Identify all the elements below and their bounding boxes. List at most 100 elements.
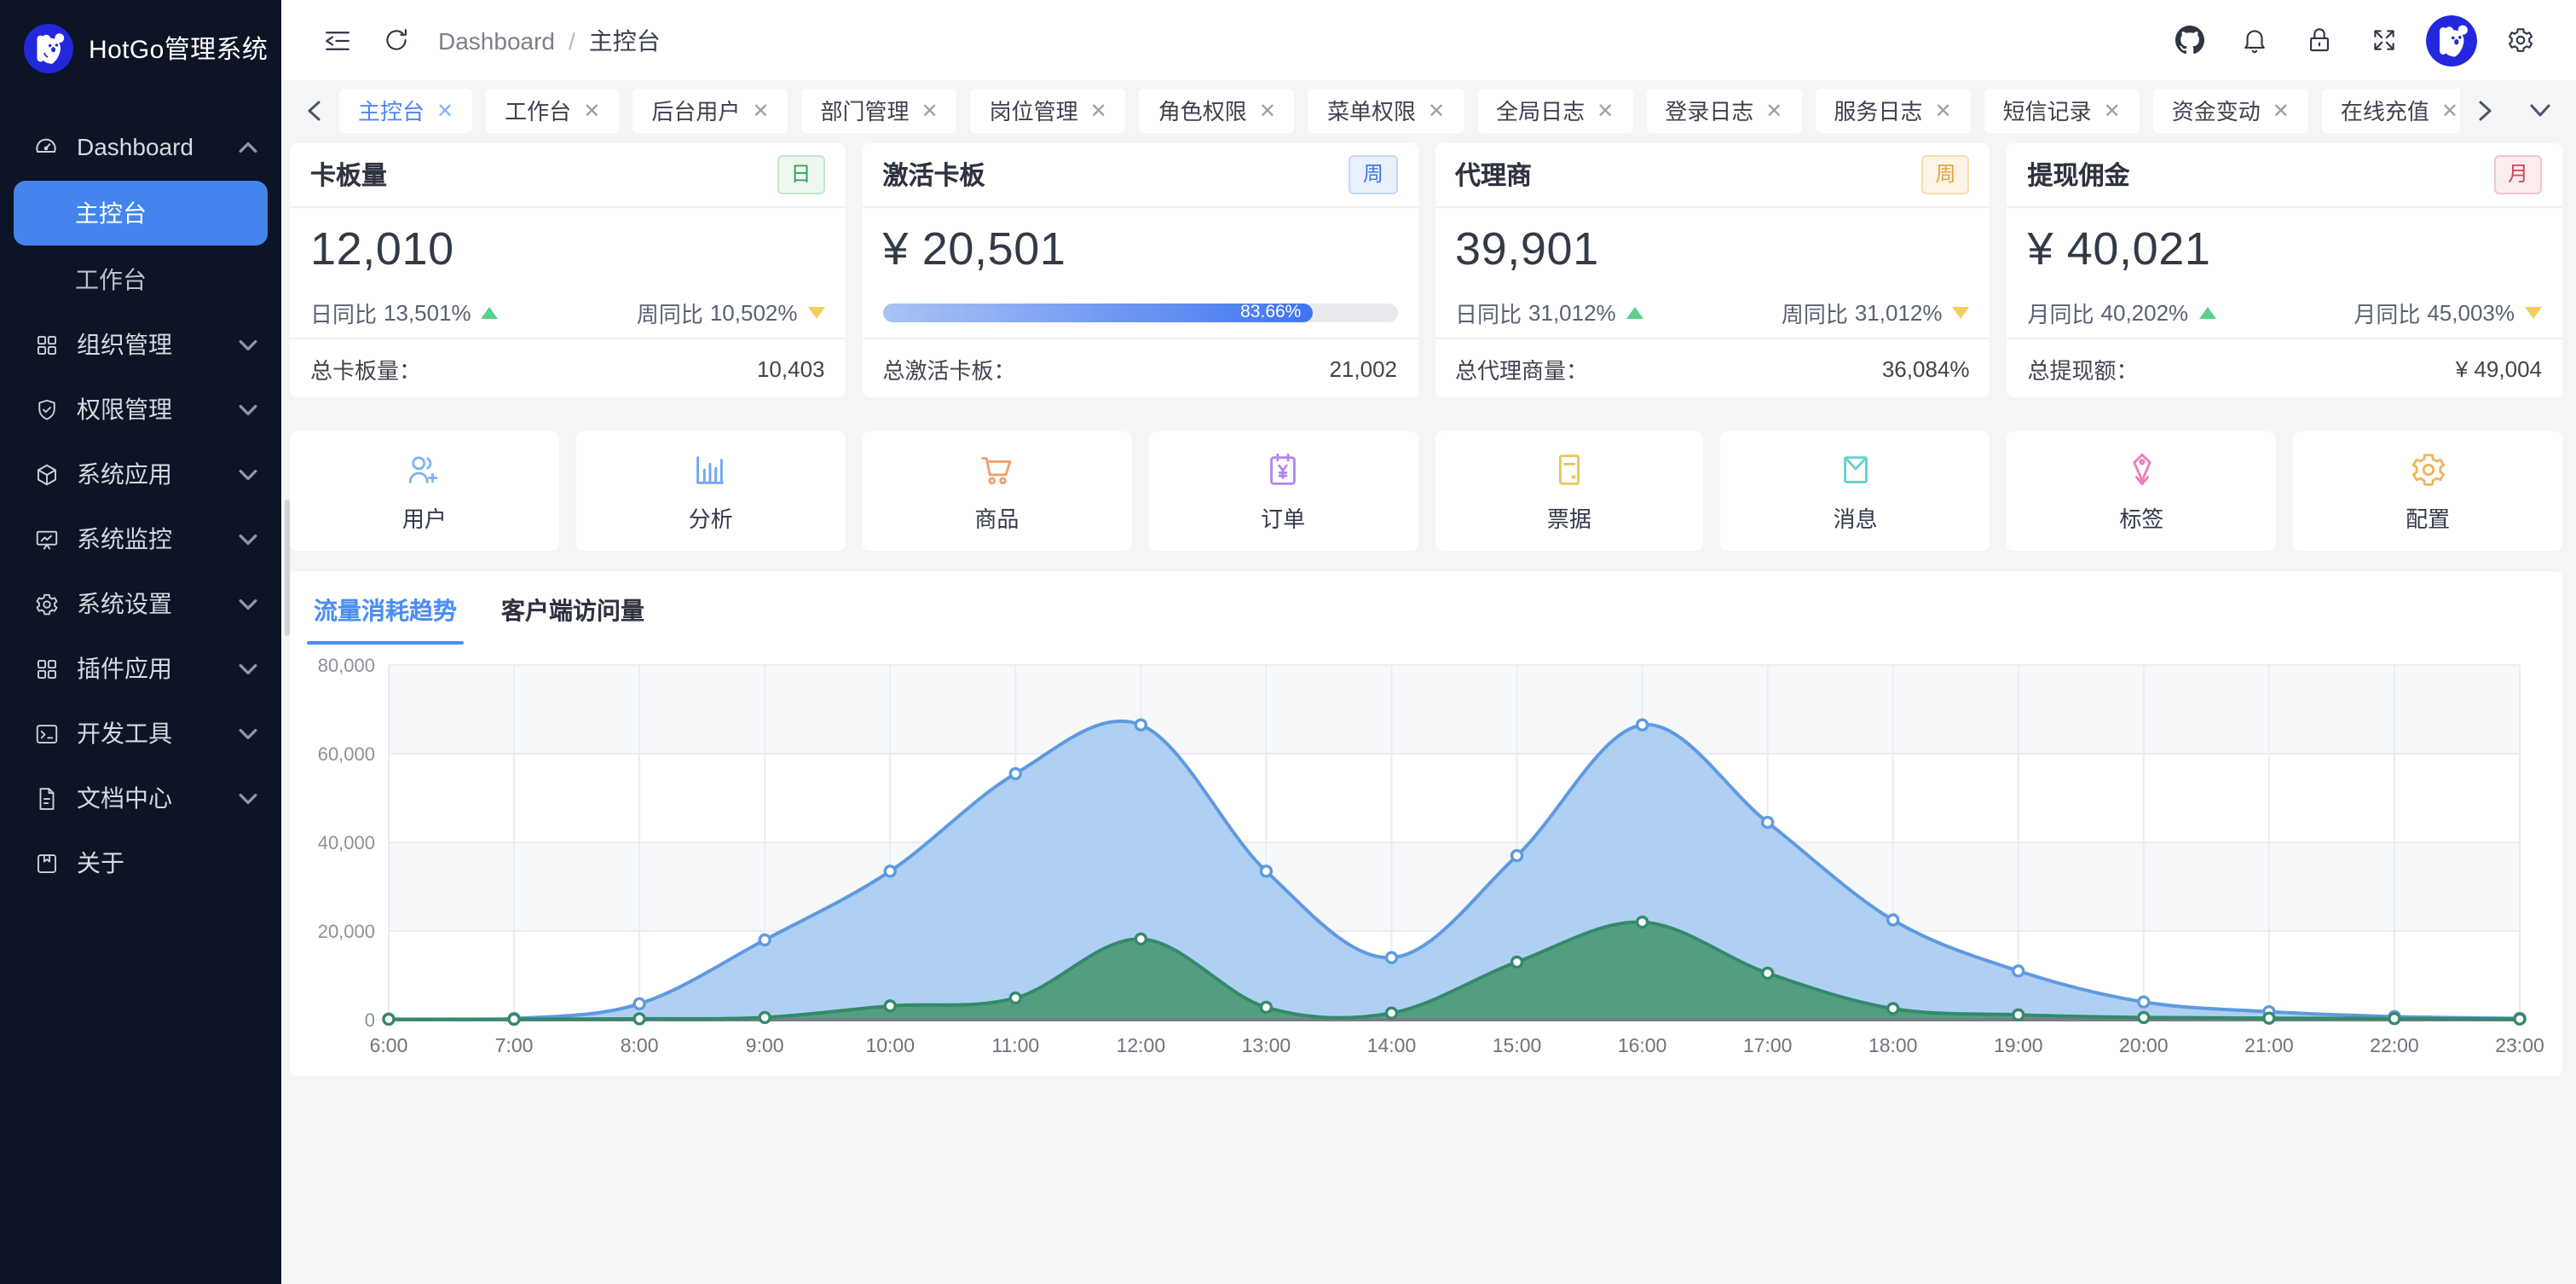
tab-menu-perms[interactable]: 菜单权限✕ [1308,88,1464,132]
tab-traffic-trend[interactable]: 流量消耗趋势 [314,593,457,645]
svg-text:0: 0 [365,1009,375,1031]
user-avatar[interactable] [2426,14,2477,66]
tabs-scroll-left-icon[interactable] [295,100,332,120]
shortcut-messages[interactable]: 消息 [1721,431,1990,551]
close-icon[interactable]: ✕ [752,100,769,120]
document-icon [32,784,60,812]
svg-text:18:00: 18:00 [1868,1034,1918,1056]
close-icon[interactable]: ✕ [1259,100,1276,120]
chevron-down-icon [239,792,257,804]
close-icon[interactable]: ✕ [1597,100,1614,120]
order-calendar-icon [1262,448,1303,489]
sidebar-item-org[interactable]: 组织管理 [0,312,281,377]
svg-text:19:00: 19:00 [1994,1034,2043,1056]
shortcut-goods[interactable]: 商品 [863,431,1132,551]
tabs-scroll-right-icon[interactable] [2467,100,2504,120]
stat-card-pallets: 卡板量 日 12,010 日同比13,501% 周同比10,502% 总卡板量：… [290,143,846,397]
tab-client-visits[interactable]: 客户端访问量 [501,593,644,645]
sidebar-item-docs[interactable]: 文档中心 [0,766,281,830]
sidebar-item-workbench[interactable]: 工作台 [0,247,281,312]
shortcut-receipts[interactable]: 票据 [1435,431,1704,551]
period-badge-week[interactable]: 周 [1349,155,1397,194]
tab-service-log[interactable]: 服务日志✕ [1815,88,1970,132]
progress-fill: 83.66% [883,304,1314,322]
sidebar-item-permission[interactable]: 权限管理 [0,377,281,442]
notification-bell-icon[interactable] [2225,11,2283,69]
svg-text:9:00: 9:00 [746,1034,784,1056]
content-scrollbar[interactable] [285,500,290,636]
card-title: 提现佣金 [2028,157,2130,193]
tab-posts[interactable]: 岗位管理✕ [971,88,1126,132]
tab-online-recharge[interactable]: 在线充值✕ [2322,88,2460,132]
close-icon[interactable]: ✕ [1090,100,1107,120]
sidebar-item-sys-monitor[interactable]: 系统监控 [0,506,281,571]
tabs-dropdown-icon[interactable] [2521,103,2559,117]
close-icon[interactable]: ✕ [2104,100,2121,120]
breadcrumb-root[interactable]: Dashboard [438,26,555,54]
sidebar-item-sys-app[interactable]: 系统应用 [0,442,281,506]
lock-icon[interactable] [2290,11,2348,69]
close-icon[interactable]: ✕ [583,100,600,120]
close-icon[interactable]: ✕ [1934,100,1951,120]
stat-card-commission: 提现佣金 月 ¥ 40,021 月同比40,202% 月同比45,003% 总提… [2007,143,2563,397]
grid-icon [32,655,60,682]
tab-departments[interactable]: 部门管理✕ [801,88,956,132]
chevron-up-icon [239,141,257,153]
sidebar-menu: Dashboard 主控台 工作台 组织管理 权限管理 系统应用 [0,114,281,895]
terminal-icon [32,720,60,747]
svg-text:80,000: 80,000 [318,655,375,676]
shortcut-analysis[interactable]: 分析 [576,431,846,551]
close-icon[interactable]: ✕ [2441,100,2458,120]
shortcut-orders[interactable]: 订单 [1148,431,1418,551]
footer-value: 10,403 [757,356,825,381]
sidebar-item-devtools[interactable]: 开发工具 [0,701,281,766]
refresh-icon[interactable] [367,11,425,69]
sidebar-item-sys-settings[interactable]: 系统设置 [0,571,281,636]
tab-console[interactable]: 主控台✕ [339,88,472,132]
progress-percent: 83.66% [1240,304,1313,322]
sidebar-item-dashboard[interactable]: Dashboard [0,114,281,179]
sidebar-item-plugins[interactable]: 插件应用 [0,636,281,701]
tabbar: 主控台✕ 工作台✕ 后台用户✕ 部门管理✕ 岗位管理✕ 角色权限✕ 菜单权限✕ … [281,80,2576,140]
page-content: 卡板量 日 12,010 日同比13,501% 周同比10,502% 总卡板量：… [281,140,2576,1284]
stats-row: 卡板量 日 12,010 日同比13,501% 周同比10,502% 总卡板量：… [290,143,2562,397]
close-icon[interactable]: ✕ [2273,100,2290,120]
shortcut-users[interactable]: 用户 [290,431,559,551]
koala-logo-icon [24,23,73,72]
tab-role-perms[interactable]: 角色权限✕ [1140,88,1295,132]
compare-week: 周同比31,012% [1782,297,1970,329]
menu-fold-icon[interactable] [309,11,367,69]
tab-fund-changes[interactable]: 资金变动✕ [2153,88,2308,132]
tab-login-log[interactable]: 登录日志✕ [1646,88,1801,132]
progress-bar: 83.66% [883,304,1398,322]
shortcut-config[interactable]: 配置 [2293,431,2562,551]
period-badge-week[interactable]: 周 [1921,155,1969,194]
close-icon[interactable]: ✕ [1765,100,1782,120]
trend-up-icon [482,307,499,319]
tab-sms-records[interactable]: 短信记录✕ [1984,88,2140,132]
close-icon[interactable]: ✕ [1428,100,1445,120]
shortcut-tags[interactable]: 标签 [2007,431,2277,551]
fullscreen-icon[interactable] [2354,11,2412,69]
close-icon[interactable]: ✕ [436,100,453,120]
chevron-down-icon [239,403,257,415]
github-icon[interactable] [2160,11,2218,69]
compare-week: 周同比10,502% [637,297,825,329]
sidebar-item-about[interactable]: 关于 [0,830,281,895]
svg-text:20:00: 20:00 [2119,1034,2169,1056]
settings-gear-icon[interactable] [2491,11,2549,69]
chevron-down-icon [239,598,257,610]
stat-value: ¥ 20,501 [883,223,1398,276]
app-logo-row[interactable]: HotGo管理系统 [0,0,281,80]
chevron-down-icon [239,338,257,350]
tab-global-log[interactable]: 全局日志✕ [1477,88,1632,132]
sidebar-item-console[interactable]: 主控台 [14,181,268,246]
sidebar: HotGo管理系统 Dashboard 主控台 工作台 组织管理 权限管理 [0,0,281,1284]
breadcrumb-current[interactable]: 主控台 [589,23,661,57]
tab-workbench[interactable]: 工作台✕ [486,88,619,132]
period-badge-month[interactable]: 月 [2494,155,2542,194]
tab-admin-users[interactable]: 后台用户✕ [632,88,788,132]
gauge-icon [32,133,60,160]
close-icon[interactable]: ✕ [921,100,939,120]
period-badge-day[interactable]: 日 [777,155,824,194]
